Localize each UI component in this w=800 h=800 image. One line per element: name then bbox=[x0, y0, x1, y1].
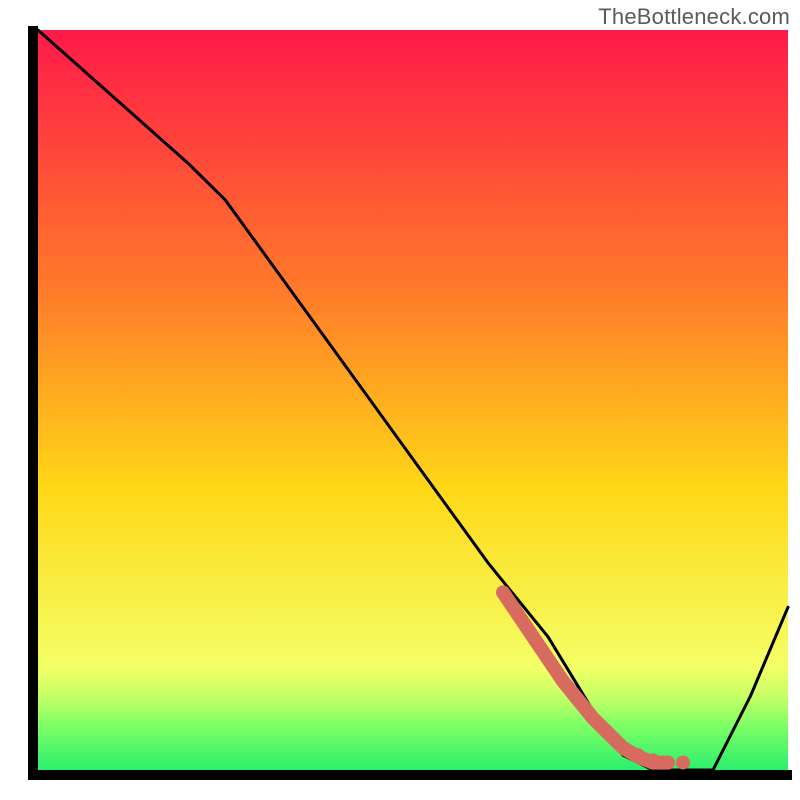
y-axis bbox=[28, 26, 38, 780]
chart-container: TheBottleneck.com bbox=[0, 0, 800, 800]
highlight-dot bbox=[646, 753, 660, 767]
highlight-dot bbox=[676, 756, 690, 770]
highlight-dot bbox=[661, 756, 675, 770]
watermark-text: TheBottleneck.com bbox=[598, 4, 790, 30]
plot-background bbox=[38, 30, 788, 770]
bottleneck-chart bbox=[0, 0, 800, 800]
highlight-dot bbox=[631, 748, 645, 762]
